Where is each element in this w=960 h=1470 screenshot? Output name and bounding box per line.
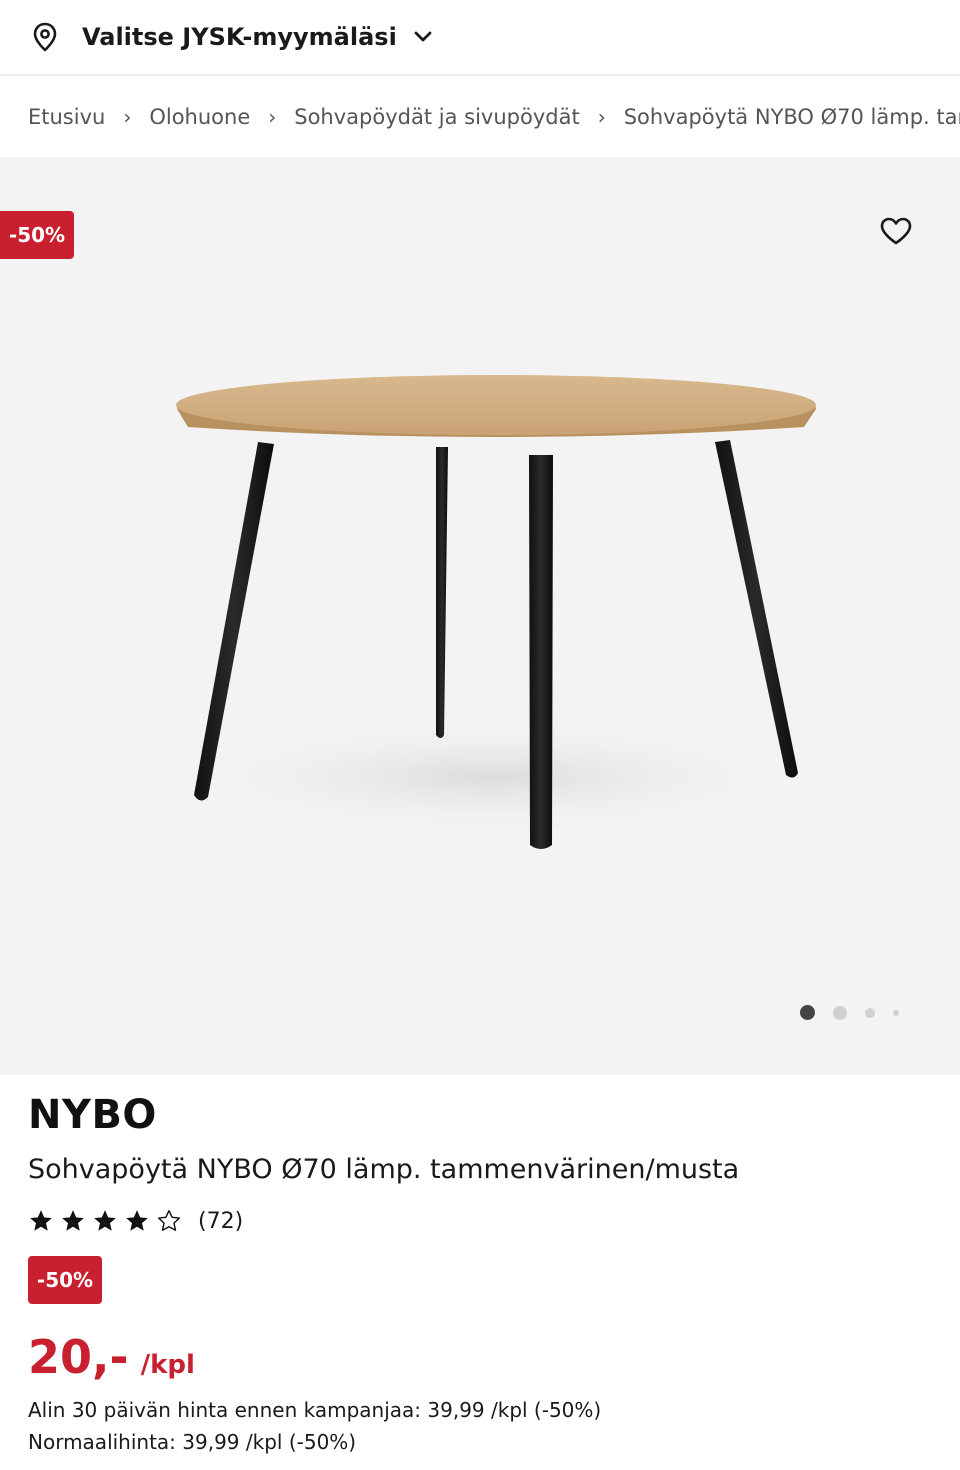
normal-price-info: Normaalihinta: 39,99 /kpl (-50%) — [28, 1430, 357, 1454]
lowest-price-info: Alin 30 päivän hinta ennen kampanjaa: 39… — [28, 1398, 602, 1422]
location-pin-icon — [30, 22, 60, 52]
review-count: (72) — [198, 1208, 244, 1234]
rating[interactable]: (72) — [28, 1204, 243, 1238]
pagination-dot-active[interactable] — [800, 1005, 815, 1020]
product-image — [160, 375, 820, 849]
product-brand: NYBO — [28, 1092, 157, 1138]
gallery-pagination — [800, 1005, 917, 1020]
breadcrumb: Etusivu › Olohuone › Sohvapöydät ja sivu… — [0, 78, 960, 156]
product-name: Sohvapöytä NYBO Ø70 lämp. tammenvärinen/… — [28, 1154, 740, 1185]
pagination-dot[interactable] — [893, 1009, 899, 1016]
pagination-dot[interactable] — [833, 1005, 847, 1020]
discount-badge: -50% — [28, 1256, 102, 1304]
star-filled-icon — [94, 1210, 116, 1231]
breadcrumb-separator: › — [268, 105, 277, 129]
star-filled-icon — [126, 1210, 148, 1231]
breadcrumb-separator: › — [597, 105, 606, 129]
store-selector-label: Valitse JYSK-myymäläsi — [82, 23, 397, 51]
store-selector[interactable]: Valitse JYSK-myymäläsi — [0, 0, 960, 76]
chevron-down-icon — [413, 25, 437, 49]
breadcrumb-home[interactable]: Etusivu — [28, 105, 105, 129]
star-outline-icon — [158, 1210, 180, 1231]
heart-outline-icon[interactable] — [876, 211, 916, 251]
breadcrumb-coffee-tables[interactable]: Sohvapöydät ja sivupöydät — [294, 105, 579, 129]
breadcrumb-separator: › — [123, 105, 132, 129]
price: 20,- /kpl — [28, 1330, 195, 1384]
discount-badge: -50% — [0, 211, 74, 259]
price-unit: /kpl — [140, 1350, 195, 1380]
star-filled-icon — [30, 1210, 52, 1231]
star-filled-icon — [62, 1210, 84, 1231]
price-amount: 20,- — [28, 1330, 129, 1384]
product-image-gallery[interactable]: -50% — [0, 157, 960, 1075]
breadcrumb-current-product[interactable]: Sohvapöytä NYBO Ø70 lämp. tar — [624, 105, 960, 129]
pagination-dot[interactable] — [865, 1007, 875, 1018]
breadcrumb-living-room[interactable]: Olohuone — [149, 105, 250, 129]
